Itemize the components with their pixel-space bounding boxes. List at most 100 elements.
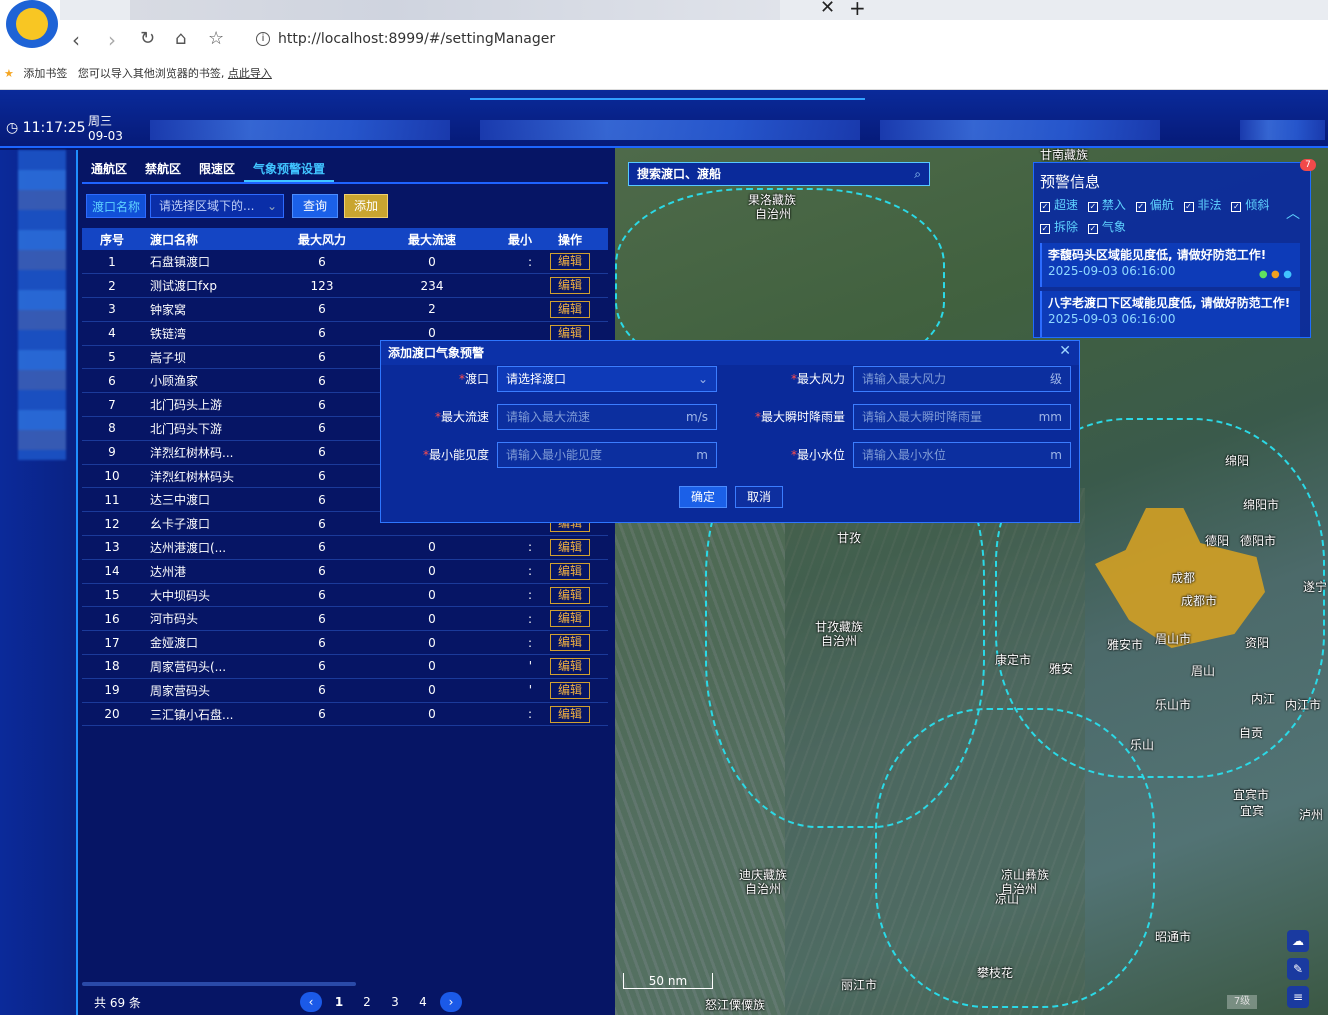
add-button[interactable]: 添加 bbox=[344, 194, 388, 218]
region-select[interactable]: 请选择区域下的... ⌄ bbox=[150, 194, 284, 218]
checkbox-icon[interactable]: ✓ bbox=[1087, 224, 1098, 234]
header-title bbox=[480, 120, 860, 140]
tab-navigation-area[interactable]: 通航区 bbox=[82, 154, 136, 182]
bookmark-star-icon: ★ bbox=[4, 67, 14, 80]
edit-button[interactable]: 编辑 bbox=[550, 681, 590, 699]
warning-item[interactable]: 李馥码头区域能见度低, 请做好防范工作! 2025-09-03 06:16:00… bbox=[1040, 243, 1300, 287]
map-search-input[interactable]: 搜索渡口、渡船 ⌕ bbox=[628, 162, 930, 186]
weather-tool-icon[interactable]: ☁ bbox=[1287, 930, 1309, 952]
ferry-name-filter-label[interactable]: 渡口名称 bbox=[86, 194, 146, 218]
clock-time: 11:17:25 bbox=[22, 120, 86, 136]
browser-tab[interactable] bbox=[130, 0, 780, 20]
page-1[interactable]: 1 bbox=[328, 992, 350, 1012]
tab-close-icon[interactable]: ✕ bbox=[820, 0, 835, 18]
map-place-label: 宜宾 bbox=[1240, 804, 1265, 818]
filter-label: 偏航 bbox=[1149, 198, 1174, 212]
checkbox-icon[interactable]: ✓ bbox=[1040, 202, 1050, 212]
close-icon[interactable]: ✕ bbox=[1059, 343, 1071, 359]
row-max-wind: 6 bbox=[272, 416, 372, 441]
row-index: 17 bbox=[82, 630, 142, 656]
edit-button[interactable]: 编辑 bbox=[550, 253, 590, 271]
filter-overspeed[interactable]: ✓ 超速 bbox=[1040, 198, 1078, 212]
warning-status-icons: ● ● ● bbox=[1258, 269, 1292, 280]
row-ferry-name: 铁链湾 bbox=[142, 321, 272, 346]
search-icon[interactable]: ⌕ bbox=[914, 163, 921, 185]
filter-demolish[interactable]: ✓ 拆除 bbox=[1040, 220, 1078, 234]
browser-logo-icon[interactable] bbox=[6, 0, 58, 48]
edit-button[interactable]: 编辑 bbox=[550, 277, 590, 295]
edit-button[interactable]: 编辑 bbox=[550, 586, 590, 604]
table-scrollbar[interactable] bbox=[82, 982, 356, 986]
page-4[interactable]: 4 bbox=[412, 992, 434, 1012]
home-icon[interactable]: ⌂ bbox=[175, 28, 186, 49]
measure-tool-icon[interactable]: ✎ bbox=[1287, 958, 1309, 980]
tab-speed-limit-area[interactable]: 限速区 bbox=[190, 154, 244, 182]
row-max-flow: 0 bbox=[372, 678, 492, 703]
collapse-up-icon[interactable]: ︿ bbox=[1286, 203, 1300, 223]
next-page-button[interactable]: › bbox=[440, 992, 462, 1012]
confirm-button[interactable]: 确定 bbox=[679, 486, 727, 508]
page-3[interactable]: 3 bbox=[384, 992, 406, 1012]
cancel-button[interactable]: 取消 bbox=[735, 486, 783, 508]
edit-button[interactable]: 编辑 bbox=[550, 634, 590, 652]
max-wind-input[interactable]: 请输入最大风力 级 bbox=[853, 366, 1071, 392]
row-ferry-name: 三汇镇小石盘... bbox=[142, 702, 272, 727]
favorite-star-icon[interactable]: ☆ bbox=[208, 28, 224, 49]
checkbox-icon[interactable]: ✓ bbox=[1231, 202, 1242, 212]
map-place-label: 泸州 bbox=[1299, 808, 1324, 822]
side-nav-items[interactable] bbox=[18, 150, 66, 460]
map-place-label: 自治州 bbox=[755, 207, 792, 221]
query-button[interactable]: 查询 bbox=[292, 194, 338, 218]
edit-button[interactable]: 编辑 bbox=[550, 610, 590, 628]
row-max-wind: 6 bbox=[272, 297, 372, 322]
filter-tilt[interactable]: ✓ 倾斜 bbox=[1231, 198, 1269, 212]
edit-button[interactable]: 编辑 bbox=[550, 562, 590, 580]
checkbox-icon[interactable]: ✓ bbox=[1040, 224, 1050, 234]
ferry-select[interactable]: 请选择渡口 ⌄ bbox=[497, 366, 717, 392]
edit-button[interactable]: 编辑 bbox=[550, 705, 590, 723]
max-flow-input[interactable]: 请输入最大流速 m/s bbox=[497, 404, 717, 430]
tab-weather-warning[interactable]: 气象预警设置 bbox=[244, 154, 335, 182]
map-place-label: 凉山 bbox=[995, 892, 1020, 906]
header-menu[interactable] bbox=[150, 120, 450, 140]
row-ferry-name: 河市码头 bbox=[142, 606, 272, 632]
weekday: 周三 bbox=[88, 114, 113, 128]
info-icon[interactable]: i bbox=[256, 32, 270, 46]
user-menu[interactable] bbox=[1240, 120, 1325, 140]
filter-illegal[interactable]: ✓ 非法 bbox=[1183, 198, 1222, 212]
row-actions: 编辑 bbox=[532, 654, 608, 679]
bookmark-import-link[interactable]: 点此导入 bbox=[228, 67, 272, 80]
filter-no-entry[interactable]: ✓ 禁入 bbox=[1087, 198, 1126, 212]
edit-button[interactable]: 编辑 bbox=[550, 538, 590, 556]
min-water-level-input[interactable]: 请输入最小水位 m bbox=[853, 442, 1071, 468]
filter-weather[interactable]: ✓ 气象 bbox=[1087, 220, 1126, 234]
max-rain-input[interactable]: 请输入最大瞬时降雨量 mm bbox=[853, 404, 1071, 430]
warning-text: 八字老渡口下区域能见度低, 请做好防范工作! bbox=[1048, 296, 1291, 310]
warning-item[interactable]: 八字老渡口下区域能见度低, 请做好防范工作! 2025-09-03 06:16:… bbox=[1040, 291, 1300, 337]
min-visibility-input[interactable]: 请输入最小能见度 m bbox=[497, 442, 717, 468]
edit-button[interactable]: 编辑 bbox=[550, 657, 590, 675]
new-tab-icon[interactable]: + bbox=[849, 0, 866, 20]
back-icon[interactable]: ‹ bbox=[72, 28, 80, 52]
map-view[interactable]: 甘南藏族 果洛藏族 自治州 甘孜 甘孜藏族 自治州 绵阳 绵阳市 德阳 德阳市 成都 成都市 遂宁 雅安市… bbox=[615, 148, 1328, 1015]
checkbox-icon[interactable]: ✓ bbox=[1183, 202, 1194, 212]
map-place-label: 凉山彝族 bbox=[1001, 868, 1050, 882]
filter-yaw[interactable]: ✓ 偏航 bbox=[1135, 198, 1174, 212]
bookmark-add[interactable]: 添加书签 bbox=[23, 67, 67, 80]
tab-no-navigation-area[interactable]: 禁航区 bbox=[136, 154, 190, 182]
checkbox-icon[interactable]: ✓ bbox=[1135, 202, 1146, 212]
map-place-label: 内江 bbox=[1251, 692, 1276, 706]
checkbox-icon[interactable]: ✓ bbox=[1087, 202, 1098, 212]
min-water-level-label: *最小水位 bbox=[790, 448, 845, 462]
map-place-label: 乐山 bbox=[1130, 738, 1155, 752]
header-menu-right[interactable] bbox=[880, 120, 1160, 140]
page-2[interactable]: 2 bbox=[356, 992, 378, 1012]
address-bar[interactable]: i http://localhost:8999/#/settingManager bbox=[250, 27, 850, 51]
table-row: 1 石盘镇渡口 6 0: 编辑 bbox=[82, 250, 608, 275]
forward-icon[interactable]: › bbox=[108, 28, 116, 52]
layers-tool-icon[interactable]: ≡ bbox=[1287, 986, 1309, 1008]
reload-icon[interactable]: ↻ bbox=[140, 28, 155, 49]
edit-button[interactable]: 编辑 bbox=[550, 300, 590, 318]
prev-page-button[interactable]: ‹ bbox=[300, 992, 322, 1012]
row-ferry-name: 石盘镇渡口 bbox=[142, 250, 272, 275]
